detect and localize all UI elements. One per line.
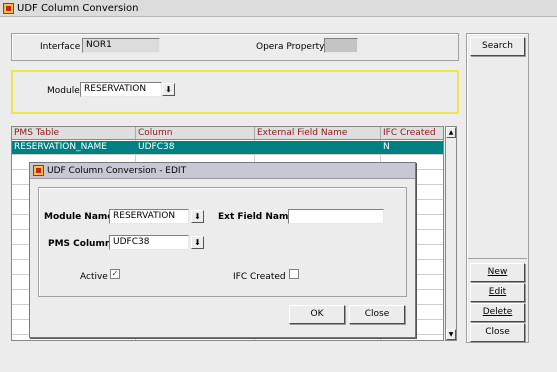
- ok-button[interactable]: OK: [289, 305, 345, 324]
- opera-property-field[interactable]: [324, 38, 358, 53]
- active-checkbox[interactable]: ✓: [110, 269, 120, 279]
- ext-field-name-input[interactable]: [288, 209, 384, 224]
- dialog-title-bar: UDF Column Conversion - EDIT: [30, 163, 415, 179]
- module-name-field[interactable]: RESERVATION: [109, 209, 189, 224]
- dialog-title: UDF Column Conversion - EDIT: [47, 166, 187, 176]
- ifc-created-label: IFC Created: [233, 272, 286, 282]
- cell-ifc-created: N: [383, 142, 390, 152]
- column-header-external-field-name[interactable]: External Field Name: [255, 127, 381, 140]
- table-row-selected[interactable]: RESERVATION_NAME UDFC38 N: [12, 141, 443, 155]
- check-icon: ✓: [111, 269, 119, 278]
- chevron-down-icon: ⬇: [194, 212, 201, 221]
- chevron-down-icon: ⬇: [194, 238, 201, 247]
- grid-scrollbar[interactable]: ▲ ▼: [445, 126, 457, 341]
- delete-button[interactable]: Delete: [470, 303, 525, 322]
- edit-dialog: UDF Column Conversion - EDIT Module Name…: [29, 162, 416, 338]
- module-name-dropdown-button[interactable]: ⬇: [191, 210, 204, 223]
- interface-label: Interface: [40, 42, 81, 52]
- active-label: Active: [80, 272, 108, 282]
- column-header-pms-table[interactable]: PMS Table: [12, 127, 136, 140]
- interface-field[interactable]: NOR1: [82, 38, 160, 53]
- column-header-ifc-created[interactable]: IFC Created: [381, 127, 443, 140]
- module-label: Module: [47, 86, 80, 96]
- pms-column-label: PMS Column: [48, 239, 112, 249]
- divider: [468, 258, 527, 259]
- window-title: UDF Column Conversion: [17, 3, 139, 14]
- pms-column-dropdown-button[interactable]: ⬇: [191, 236, 204, 249]
- chevron-down-icon: ⬇: [165, 85, 172, 94]
- column-header-column[interactable]: Column: [136, 127, 255, 140]
- module-dropdown-button[interactable]: ⬇: [162, 83, 175, 96]
- title-bar: UDF Column Conversion: [0, 0, 557, 17]
- close-button[interactable]: Close: [470, 323, 525, 342]
- cell-external-field-name: [255, 141, 259, 155]
- scroll-down-icon[interactable]: ▼: [446, 329, 456, 340]
- search-button[interactable]: Search: [470, 37, 525, 56]
- dialog-close-button[interactable]: Close: [349, 305, 405, 324]
- delete-label: Delete: [482, 307, 513, 317]
- udf-column-conversion-window: UDF Column Conversion Interface NOR1 Ope…: [0, 0, 557, 372]
- app-icon: [3, 3, 14, 14]
- ifc-created-checkbox[interactable]: [289, 269, 299, 279]
- module-name-label: Module Name: [44, 212, 114, 222]
- edit-label: Edit: [488, 287, 507, 297]
- edit-button[interactable]: Edit: [470, 283, 525, 302]
- ext-field-name-label: Ext Field Name: [218, 212, 295, 222]
- scroll-up-icon[interactable]: ▲: [446, 127, 456, 138]
- app-icon: [33, 165, 44, 176]
- new-button[interactable]: New: [470, 263, 525, 282]
- opera-property-label: Opera Property: [256, 42, 325, 52]
- module-select[interactable]: RESERVATION: [80, 82, 162, 97]
- cell-column: UDFC38: [138, 142, 175, 152]
- new-label: New: [487, 267, 508, 277]
- cell-pms-table: RESERVATION_NAME: [14, 142, 107, 152]
- pms-column-field[interactable]: UDFC38: [109, 235, 189, 250]
